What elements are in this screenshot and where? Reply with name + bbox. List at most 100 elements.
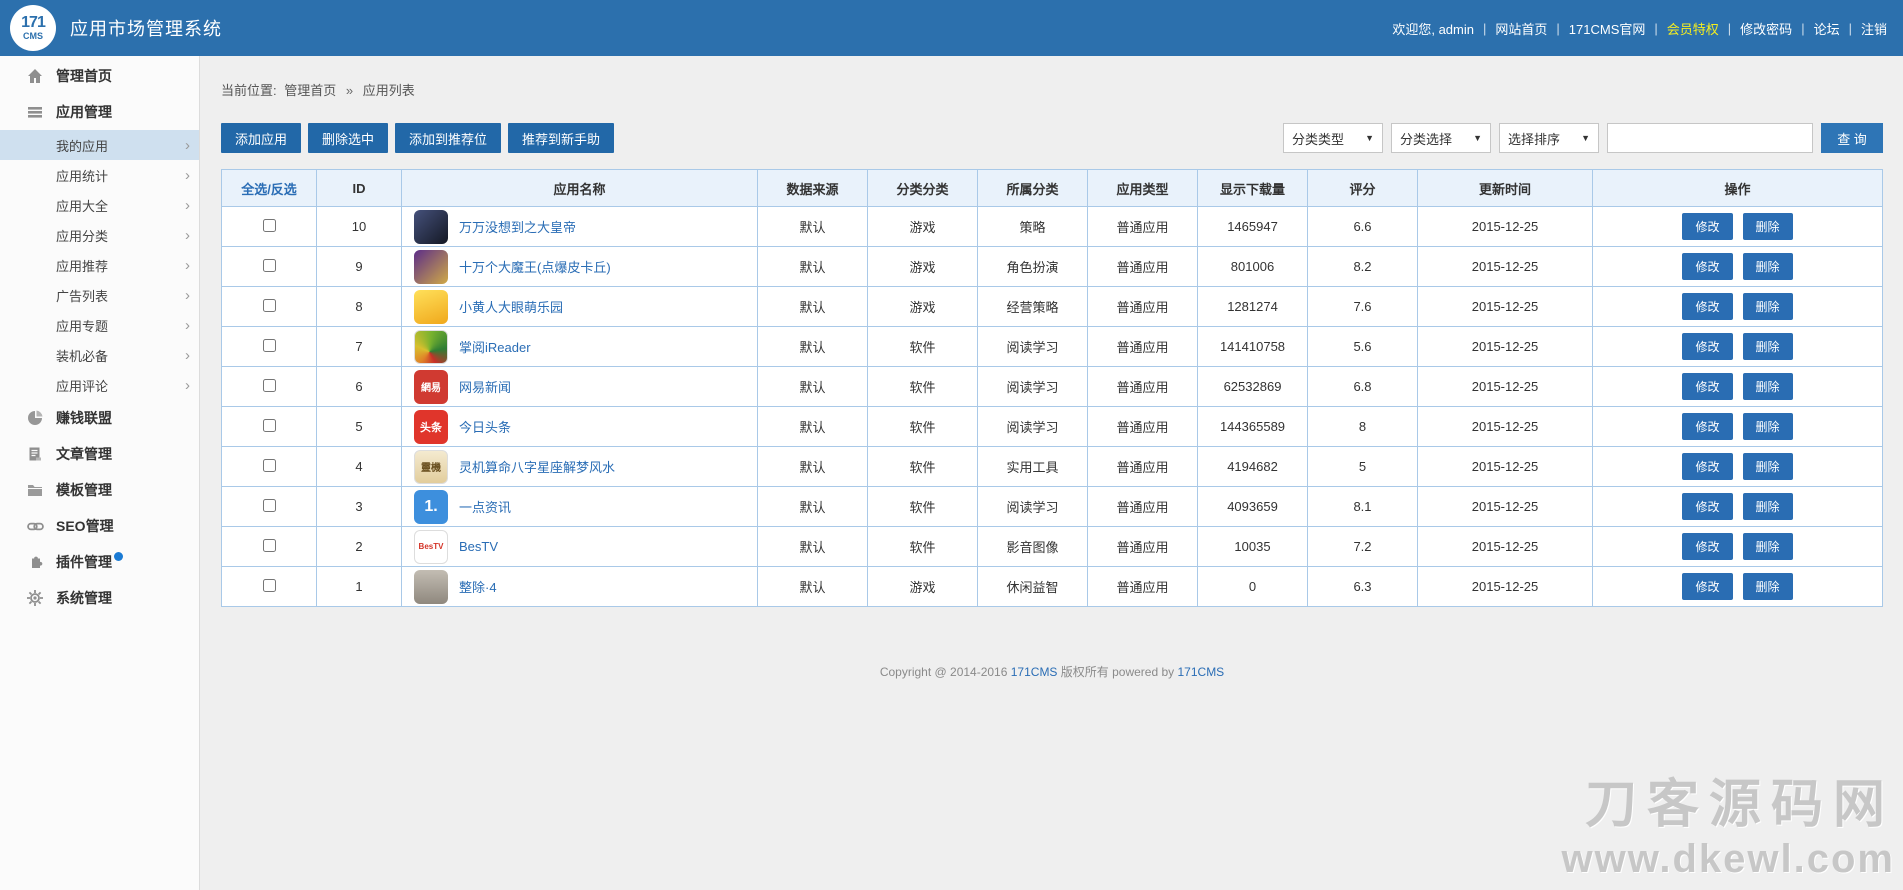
app-category: 游戏 bbox=[868, 287, 978, 327]
select-all-header[interactable]: 全选/反选 bbox=[222, 170, 317, 207]
edit-button[interactable]: 修改 bbox=[1682, 573, 1732, 600]
sidebar-item[interactable]: 管理首页 bbox=[0, 58, 199, 94]
app-downloads: 1281274 bbox=[1198, 287, 1308, 327]
header-link[interactable]: 注销 bbox=[1861, 19, 1887, 38]
row-checkbox[interactable] bbox=[263, 259, 276, 272]
table-row: 4靈機灵机算命八字星座解梦风水默认软件实用工具普通应用419468252015-… bbox=[222, 447, 1883, 487]
sidebar-item[interactable]: 应用大全› bbox=[0, 190, 199, 220]
delete-selected-button[interactable]: 删除选中 bbox=[308, 123, 388, 153]
app-name-link[interactable]: 整除·4 bbox=[459, 577, 497, 596]
notification-dot bbox=[114, 552, 123, 561]
sidebar-item[interactable]: 文章管理 bbox=[0, 436, 199, 472]
edit-button[interactable]: 修改 bbox=[1682, 293, 1732, 320]
app-category: 软件 bbox=[868, 407, 978, 447]
app-id: 10 bbox=[317, 207, 402, 247]
sidebar-item[interactable]: 应用专题› bbox=[0, 310, 199, 340]
app-name-link[interactable]: BesTV bbox=[459, 539, 498, 554]
app-category: 软件 bbox=[868, 447, 978, 487]
table-row: 1整除·4默认游戏休闲益智普通应用06.32015-12-25修改删除 bbox=[222, 567, 1883, 607]
app-name-link[interactable]: 网易新闻 bbox=[459, 377, 511, 396]
delete-button[interactable]: 删除 bbox=[1743, 333, 1793, 360]
search-input[interactable] bbox=[1607, 123, 1813, 153]
edit-button[interactable]: 修改 bbox=[1682, 533, 1732, 560]
sidebar-item[interactable]: 装机必备› bbox=[0, 340, 199, 370]
row-checkbox[interactable] bbox=[263, 459, 276, 472]
app-name-link[interactable]: 掌阅iReader bbox=[459, 337, 531, 356]
app-source: 默认 bbox=[758, 527, 868, 567]
edit-button[interactable]: 修改 bbox=[1682, 493, 1732, 520]
edit-button[interactable]: 修改 bbox=[1682, 333, 1732, 360]
chevron-right-icon: › bbox=[185, 198, 190, 213]
app-category: 游戏 bbox=[868, 247, 978, 287]
sort-order-select[interactable]: 选择排序▼ bbox=[1499, 123, 1599, 153]
category-type-select[interactable]: 分类类型▼ bbox=[1283, 123, 1383, 153]
app-name-link[interactable]: 十万个大魔王(点爆皮卡丘) bbox=[459, 257, 611, 276]
delete-button[interactable]: 删除 bbox=[1743, 253, 1793, 280]
sidebar-item[interactable]: 应用统计› bbox=[0, 160, 199, 190]
sidebar-item[interactable]: 插件管理 bbox=[0, 544, 199, 580]
header-link[interactable]: 171CMS官网 bbox=[1569, 19, 1646, 38]
app-name-link[interactable]: 今日头条 bbox=[459, 417, 511, 436]
delete-button[interactable]: 删除 bbox=[1743, 573, 1793, 600]
delete-button[interactable]: 删除 bbox=[1743, 493, 1793, 520]
sidebar-item[interactable]: 广告列表› bbox=[0, 280, 199, 310]
netease-news-app-icon: 網易 bbox=[414, 370, 448, 404]
add-app-button[interactable]: 添加应用 bbox=[221, 123, 301, 153]
row-checkbox[interactable] bbox=[263, 379, 276, 392]
app-id: 3 bbox=[317, 487, 402, 527]
delete-button[interactable]: 删除 bbox=[1743, 533, 1793, 560]
sidebar-item[interactable]: 我的应用› bbox=[0, 130, 199, 160]
footer-link-2[interactable]: 171CMS bbox=[1178, 665, 1225, 679]
header-link[interactable]: 会员特权 bbox=[1667, 19, 1719, 38]
recommend-newbie-button[interactable]: 推荐到新手助 bbox=[508, 123, 614, 153]
edit-button[interactable]: 修改 bbox=[1682, 373, 1732, 400]
app-subcategory: 角色扮演 bbox=[978, 247, 1088, 287]
add-to-recommend-button[interactable]: 添加到推荐位 bbox=[395, 123, 501, 153]
app-name-link[interactable]: 万万没想到之大皇帝 bbox=[459, 217, 576, 236]
search-button[interactable]: 查 询 bbox=[1821, 123, 1883, 153]
edit-button[interactable]: 修改 bbox=[1682, 213, 1732, 240]
row-checkbox[interactable] bbox=[263, 419, 276, 432]
delete-button[interactable]: 删除 bbox=[1743, 453, 1793, 480]
app-name-link[interactable]: 灵机算命八字星座解梦风水 bbox=[459, 457, 615, 476]
delete-button[interactable]: 删除 bbox=[1743, 373, 1793, 400]
breadcrumb-home-link[interactable]: 管理首页 bbox=[284, 83, 336, 98]
sidebar-item[interactable]: 应用评论› bbox=[0, 370, 199, 400]
edit-button[interactable]: 修改 bbox=[1682, 253, 1732, 280]
app-name-link[interactable]: 小黄人大眼萌乐园 bbox=[459, 297, 563, 316]
sidebar-item[interactable]: 应用分类› bbox=[0, 220, 199, 250]
app-updated: 2015-12-25 bbox=[1418, 447, 1593, 487]
header-link[interactable]: 修改密码 bbox=[1740, 19, 1792, 38]
sidebar-item[interactable]: SEO管理 bbox=[0, 508, 199, 544]
breadcrumb-separator: » bbox=[346, 83, 353, 98]
select-value: 选择排序 bbox=[1508, 129, 1560, 148]
delete-button[interactable]: 删除 bbox=[1743, 413, 1793, 440]
row-checkbox[interactable] bbox=[263, 339, 276, 352]
app-type: 普通应用 bbox=[1088, 247, 1198, 287]
delete-button[interactable]: 删除 bbox=[1743, 213, 1793, 240]
app-updated: 2015-12-25 bbox=[1418, 567, 1593, 607]
app-type: 普通应用 bbox=[1088, 487, 1198, 527]
toolbar: 添加应用删除选中添加到推荐位推荐到新手助 分类类型▼ 分类选择▼ 选择排序▼ 查 询 bbox=[221, 123, 1883, 153]
header-link[interactable]: 论坛 bbox=[1814, 19, 1840, 38]
header-links: 欢迎您, admin|网站首页|171CMS官网|会员特权|修改密码|论坛|注销 bbox=[1392, 19, 1887, 38]
delete-button[interactable]: 删除 bbox=[1743, 293, 1793, 320]
header-link[interactable]: 网站首页 bbox=[1495, 19, 1547, 38]
row-checkbox[interactable] bbox=[263, 499, 276, 512]
row-checkbox[interactable] bbox=[263, 539, 276, 552]
row-checkbox[interactable] bbox=[263, 579, 276, 592]
sidebar-item[interactable]: 应用推荐› bbox=[0, 250, 199, 280]
footer-link-1[interactable]: 171CMS bbox=[1011, 665, 1058, 679]
sidebar-item[interactable]: 系统管理 bbox=[0, 580, 199, 616]
edit-button[interactable]: 修改 bbox=[1682, 453, 1732, 480]
sidebar-item[interactable]: 赚钱联盟 bbox=[0, 400, 199, 436]
edit-button[interactable]: 修改 bbox=[1682, 413, 1732, 440]
app-name-link[interactable]: 一点资讯 bbox=[459, 497, 511, 516]
sidebar-item[interactable]: 应用管理 bbox=[0, 94, 199, 130]
app-category: 软件 bbox=[868, 527, 978, 567]
header-link[interactable]: 欢迎您, admin bbox=[1392, 19, 1474, 38]
category-select[interactable]: 分类选择▼ bbox=[1391, 123, 1491, 153]
sidebar-item[interactable]: 模板管理 bbox=[0, 472, 199, 508]
row-checkbox[interactable] bbox=[263, 219, 276, 232]
row-checkbox[interactable] bbox=[263, 299, 276, 312]
